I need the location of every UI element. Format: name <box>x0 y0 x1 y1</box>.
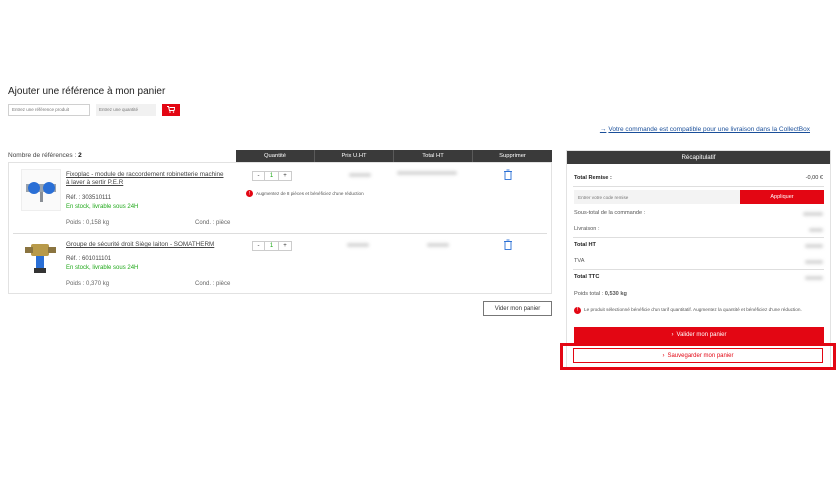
discount-code-input[interactable] <box>574 190 740 204</box>
total-weight-value: 0,530 kg <box>604 291 627 297</box>
total-price-blurred <box>397 171 457 175</box>
unit-price-blurred <box>347 243 369 247</box>
add-reference-title: Ajouter une référence à mon panier <box>8 86 166 97</box>
product-conditioning: Cond. : pièce <box>195 220 231 226</box>
reference-count-label: Nombre de références : <box>8 152 77 159</box>
product-image[interactable] <box>21 169 61 211</box>
chevron-right-icon: › <box>671 332 674 338</box>
delivery-row: Livraison : <box>574 226 823 232</box>
quantity-promo-note: ! Augmentez de 8 pièces et bénéficiez d'… <box>246 190 364 197</box>
trash-icon[interactable] <box>503 239 513 250</box>
delivery-label: Livraison : <box>574 226 600 232</box>
reference-count-value: 2 <box>78 152 82 159</box>
product-conditioning: Cond. : pièce <box>195 281 231 287</box>
total-discount-row: Total Remise : -0,00 € <box>574 175 823 181</box>
unit-price-blurred <box>349 173 371 177</box>
total-ttc-label: Total TTC <box>574 274 600 280</box>
empty-cart-button[interactable]: Vider mon panier <box>483 301 552 316</box>
summary-promo-text: Le produit sélectionné bénéficie d'un ta… <box>584 307 802 312</box>
quantity-input[interactable] <box>96 103 156 116</box>
increase-quantity-button[interactable]: + <box>279 172 291 180</box>
save-cart-button[interactable]: › Sauvegarder mon panier <box>573 348 823 363</box>
delivery-value-blurred <box>809 228 823 232</box>
discount-alert-icon: ! <box>246 190 253 197</box>
total-ttc-value-blurred <box>805 276 823 280</box>
cart-item: Groupe de sécurité droit Siège laiton - … <box>9 234 551 294</box>
total-weight-label: Poids total : <box>574 291 604 297</box>
apply-code-button[interactable]: Appliquer <box>740 190 824 204</box>
tva-label: TVA <box>574 258 585 264</box>
header-quantite: Quantité <box>236 150 315 162</box>
total-ht-value-blurred <box>805 244 823 248</box>
subtotal-label: Sous-total de la commande : <box>574 210 646 216</box>
chevron-right-icon: › <box>662 352 665 359</box>
add-to-cart-button[interactable] <box>162 103 180 116</box>
cart-product-list: Fixoplac - module de raccordement robine… <box>8 162 552 294</box>
product-image[interactable] <box>21 238 61 280</box>
total-ht-row: Total HT <box>574 242 823 248</box>
trash-icon[interactable] <box>503 169 513 180</box>
product-stock-status: En stock, livrable sous 24H <box>66 265 139 271</box>
header-total-ht: Total HT <box>394 150 473 162</box>
summary-promo-note: ! Le produit sélectionné bénéficie d'un … <box>574 307 824 314</box>
header-supprimer: Supprimer <box>499 153 526 159</box>
cart-item: Fixoplac - module de raccordement robine… <box>9 163 551 234</box>
total-ttc-row: Total TTC <box>574 274 823 280</box>
cart-table-header: Quantité Prix U.HT Total HT Supprimer <box>236 150 552 162</box>
validate-cart-button[interactable]: › Valider mon panier <box>574 327 824 343</box>
decrease-quantity-button[interactable]: - <box>253 172 265 180</box>
header-prix-unitaire: Prix U.HT <box>315 150 394 162</box>
quantity-value[interactable]: 1 <box>265 172 279 180</box>
increase-quantity-button[interactable]: + <box>279 242 291 250</box>
total-price-blurred <box>427 243 449 247</box>
save-cart-label: Sauvegarder mon panier <box>667 352 734 359</box>
product-reference: Réf. : 601011101 <box>66 256 112 262</box>
reference-input[interactable] <box>8 103 90 116</box>
total-weight-row: Poids total : 0,530 kg <box>574 291 823 297</box>
subtotal-value-blurred <box>803 212 823 216</box>
summary-title: Récapitulatif <box>567 151 830 164</box>
quantity-value[interactable]: 1 <box>265 242 279 250</box>
summary-divider <box>573 269 824 270</box>
discount-alert-icon: ! <box>574 307 581 314</box>
add-reference-form <box>8 103 180 116</box>
product-reference: Réf. : 303510111 <box>66 195 112 201</box>
quantity-promo-text: Augmentez de 8 pièces et bénéficiez d'un… <box>256 191 364 196</box>
summary-divider <box>573 237 824 238</box>
quantity-stepper: - 1 + <box>252 241 292 251</box>
total-discount-label: Total Remise : <box>574 175 612 181</box>
quantity-stepper: - 1 + <box>252 171 292 181</box>
product-name-link[interactable]: Fixoplac - module de raccordement robine… <box>66 171 226 187</box>
decrease-quantity-button[interactable]: - <box>253 242 265 250</box>
reference-count: Nombre de références : 2 <box>8 152 82 159</box>
product-weight: Poids : 0,158 kg <box>66 220 110 226</box>
validate-cart-label: Valider mon panier <box>676 332 727 338</box>
product-stock-status: En stock, livrable sous 24H <box>66 204 139 210</box>
summary-divider <box>573 186 824 187</box>
collectbox-link-text: Votre commande est compatible pour une l… <box>608 126 810 133</box>
order-summary-panel: Récapitulatif Total Remise : -0,00 € App… <box>566 150 831 370</box>
collectbox-link[interactable]: → Votre commande est compatible pour une… <box>600 126 810 133</box>
total-ht-label: Total HT <box>574 242 596 248</box>
total-discount-value: -0,00 € <box>805 175 823 181</box>
cart-icon <box>167 106 175 113</box>
product-weight: Poids : 0,370 kg <box>66 281 110 287</box>
product-name-link[interactable]: Groupe de sécurité droit Siège laiton - … <box>66 241 226 249</box>
tva-row: TVA <box>574 258 823 264</box>
tva-value-blurred <box>805 260 823 264</box>
subtotal-row: Sous-total de la commande : <box>574 210 823 216</box>
arrow-right-icon: → <box>599 126 607 133</box>
